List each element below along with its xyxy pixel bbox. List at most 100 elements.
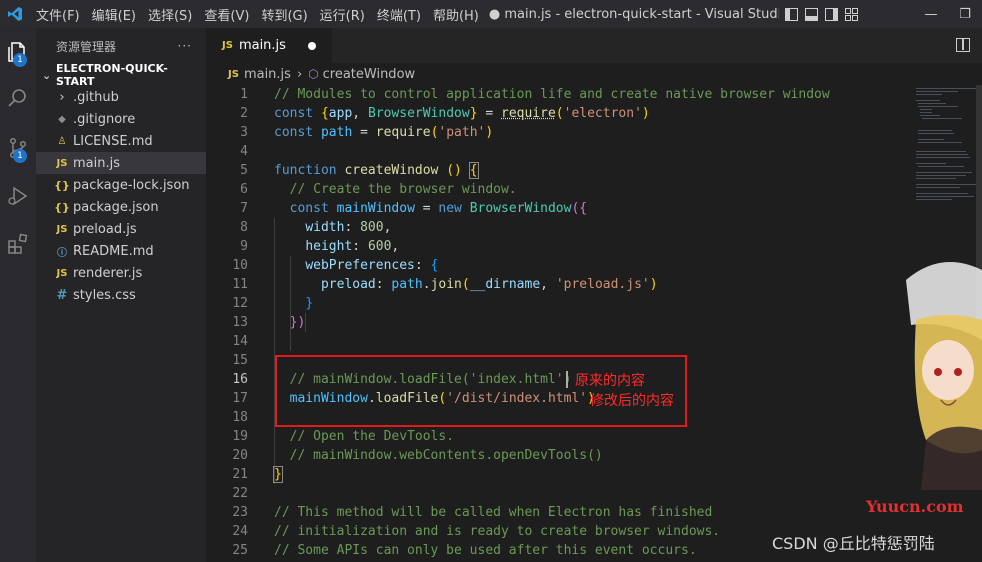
- keyword-token: const: [274, 125, 314, 140]
- string-token: 'electron': [563, 106, 642, 121]
- search-icon[interactable]: [0, 78, 36, 118]
- punct-token: :: [344, 220, 353, 235]
- bracket-token: }: [469, 106, 478, 121]
- maximize-icon[interactable]: ❐: [948, 0, 982, 28]
- line-content: // Create the browser window.: [274, 182, 517, 197]
- menu-terminal[interactable]: 终端(T): [371, 5, 427, 24]
- line-number: 14: [232, 334, 248, 349]
- file-item-readme[interactable]: ⓘ README.md: [36, 240, 206, 262]
- toggle-sidebar-icon[interactable]: [784, 7, 798, 21]
- file-item-package-json[interactable]: {} package.json: [36, 196, 206, 218]
- run-debug-icon[interactable]: [0, 176, 36, 216]
- menu-selection[interactable]: 选择(S): [142, 5, 198, 24]
- minimap-line: [916, 163, 946, 164]
- line-number: 21: [232, 467, 248, 482]
- comment-token: // Modules to control application life a…: [274, 87, 830, 102]
- file-item-gitignore[interactable]: ◆ .gitignore: [36, 108, 206, 130]
- bracket-token: ): [649, 277, 658, 292]
- menu-view[interactable]: 查看(V): [198, 5, 255, 24]
- activity-bar: 1 1: [0, 28, 36, 562]
- explorer-title: 资源管理器: [56, 39, 117, 54]
- file-item-main-js[interactable]: JS main.js: [36, 152, 206, 174]
- minimap-line: [916, 100, 940, 101]
- file-name: package-lock.json: [73, 177, 190, 193]
- vscode-logo-icon: [0, 6, 30, 22]
- variable-token: path: [320, 125, 353, 140]
- split-editor-icon[interactable]: [956, 38, 970, 52]
- code-line: 4: [206, 142, 906, 161]
- js-icon: JS: [56, 267, 68, 279]
- line-number: 25: [232, 543, 248, 558]
- explorer-sidebar: 资源管理器 ··· ⌄ ELECTRON-QUICK-START › .gith…: [36, 28, 206, 562]
- bracket-token: }: [305, 296, 314, 311]
- unsaved-dot-icon[interactable]: [308, 41, 316, 50]
- line-number: 2: [240, 106, 248, 121]
- punct-token: =: [360, 125, 368, 140]
- code-line: 14: [206, 332, 906, 351]
- menu-edit[interactable]: 编辑(E): [86, 5, 142, 24]
- variable-token: path: [391, 277, 423, 292]
- breadcrumb-file[interactable]: main.js: [244, 67, 291, 82]
- file-item-package-lock-json[interactable]: {} package-lock.json: [36, 174, 206, 196]
- minimize-icon[interactable]: —: [914, 0, 948, 28]
- extensions-icon[interactable]: [0, 224, 36, 264]
- line-content: height: 600,: [274, 239, 399, 254]
- menu-file[interactable]: 文件(F): [30, 5, 86, 24]
- file-item-styles-css[interactable]: # styles.css: [36, 284, 206, 306]
- line-content: function createWindow () {: [274, 162, 479, 179]
- file-item-license[interactable]: ♙ LICENSE.md: [36, 130, 206, 152]
- bracket-token: ): [485, 125, 494, 140]
- line-number: 10: [232, 258, 248, 273]
- file-name: main.js: [73, 155, 120, 171]
- line-number: 22: [232, 486, 248, 501]
- minimap-line: [920, 109, 932, 110]
- line-content: // mainWindow.webContents.openDevTools(): [274, 448, 603, 463]
- line-number: 9: [240, 239, 248, 254]
- menu-bar: 文件(F) 编辑(E) 选择(S) 查看(V) 转到(G) 运行(R) 终端(T…: [30, 5, 485, 24]
- minimap-line: [918, 166, 964, 167]
- minimap-line: [916, 88, 976, 89]
- minimap-line: [916, 94, 942, 95]
- comment-token: // initialization and is ready to create…: [274, 524, 721, 539]
- minimap-line: [916, 178, 956, 179]
- project-name: ELECTRON-QUICK-START: [55, 62, 168, 88]
- method-symbol-icon: ⬡: [308, 67, 319, 81]
- line-number: 17: [232, 391, 248, 406]
- json-icon: {}: [54, 178, 70, 192]
- more-actions-icon[interactable]: ···: [178, 39, 192, 53]
- file-name: .gitignore: [73, 111, 136, 127]
- menu-help[interactable]: 帮助(H): [427, 5, 485, 24]
- line-number: 8: [240, 220, 248, 235]
- code-line: 5 function createWindow () {: [206, 161, 906, 180]
- breadcrumb-symbol[interactable]: createWindow: [323, 67, 416, 82]
- window-title: ● main.js - electron-quick-start - Visua…: [488, 6, 779, 22]
- tab-label: main.js: [238, 38, 286, 53]
- breadcrumb: JS main.js › ⬡ createWindow: [206, 63, 982, 85]
- minimap-line: [916, 154, 968, 155]
- file-item-github[interactable]: › .github: [36, 86, 206, 108]
- project-folder[interactable]: ⌄ ELECTRON-QUICK-START: [36, 62, 206, 88]
- line-content: }: [273, 466, 283, 483]
- line-content: // Modules to control application life a…: [274, 87, 830, 102]
- file-item-renderer-js[interactable]: JS renderer.js: [36, 262, 206, 284]
- toggle-panel-icon[interactable]: [804, 7, 818, 21]
- file-name: README.md: [73, 243, 154, 259]
- file-name: styles.css: [73, 287, 136, 303]
- code-line: 12 }: [206, 294, 906, 313]
- js-icon: JS: [222, 40, 233, 51]
- customize-layout-icon[interactable]: [844, 7, 858, 21]
- minimap-line: [918, 106, 958, 107]
- menu-run[interactable]: 运行(R): [314, 5, 371, 24]
- line-number: 7: [240, 201, 248, 216]
- code-line: 2 const {app, BrowserWindow} = require('…: [206, 104, 906, 123]
- file-name: package.json: [73, 199, 159, 215]
- file-item-preload-js[interactable]: JS preload.js: [36, 218, 206, 240]
- minimap-line: [922, 118, 962, 119]
- tab-main-js[interactable]: JS main.js: [206, 28, 332, 63]
- menu-go[interactable]: 转到(G): [255, 5, 313, 24]
- bracket-token: ): [641, 106, 650, 121]
- code-line: 20 // mainWindow.webContents.openDevTool…: [206, 446, 906, 465]
- git-icon: ◆: [58, 113, 66, 125]
- toggle-secondary-sidebar-icon[interactable]: [824, 7, 838, 21]
- chevron-down-icon: ⌄: [42, 68, 52, 82]
